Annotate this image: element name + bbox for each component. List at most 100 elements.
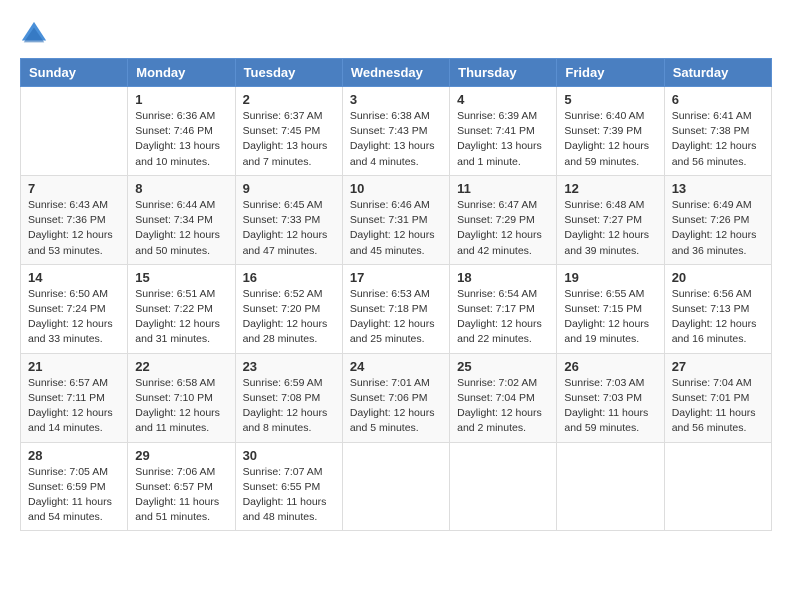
day-cell: 30 Sunrise: 7:07 AMSunset: 6:55 PMDayligh… xyxy=(235,442,342,531)
weekday-header-sunday: Sunday xyxy=(21,59,128,87)
day-cell: 24 Sunrise: 7:01 AMSunset: 7:06 PMDayligh… xyxy=(342,353,449,442)
day-cell: 2 Sunrise: 6:37 AMSunset: 7:45 PMDaylight… xyxy=(235,87,342,176)
day-number: 15 xyxy=(135,270,227,285)
day-info: Sunrise: 6:44 AMSunset: 7:34 PMDaylight:… xyxy=(135,198,227,259)
day-number: 17 xyxy=(350,270,442,285)
calendar-header: SundayMondayTuesdayWednesdayThursdayFrid… xyxy=(21,59,772,87)
day-number: 22 xyxy=(135,359,227,374)
day-number: 9 xyxy=(243,181,335,196)
day-cell: 19Sunrise: 6:55 AMSunset: 7:15 PMDayligh… xyxy=(557,264,664,353)
day-cell xyxy=(342,442,449,531)
day-info: Sunrise: 6:53 AMSunset: 7:18 PMDaylight:… xyxy=(350,287,442,348)
day-number: 21 xyxy=(28,359,120,374)
day-cell: 10 Sunrise: 6:46 AMSunset: 7:31 PMDayligh… xyxy=(342,175,449,264)
weekday-header-wednesday: Wednesday xyxy=(342,59,449,87)
day-info: Sunrise: 6:56 AMSunset: 7:13 PMDaylight:… xyxy=(672,287,764,348)
day-cell: 20 Sunrise: 6:56 AMSunset: 7:13 PMDayligh… xyxy=(664,264,771,353)
week-row-2: 7 Sunrise: 6:43 AMSunset: 7:36 PMDaylight… xyxy=(21,175,772,264)
day-cell: 26 Sunrise: 7:03 AMSunset: 7:03 PMDayligh… xyxy=(557,353,664,442)
day-number: 7 xyxy=(28,181,120,196)
day-number: 18 xyxy=(457,270,549,285)
day-info: Sunrise: 7:07 AMSunset: 6:55 PMDaylight:… xyxy=(243,465,335,526)
day-info: Sunrise: 7:06 AMSunset: 6:57 PMDaylight:… xyxy=(135,465,227,526)
day-number: 19 xyxy=(564,270,656,285)
day-number: 11 xyxy=(457,181,549,196)
day-cell: 16Sunrise: 6:52 AMSunset: 7:20 PMDayligh… xyxy=(235,264,342,353)
day-cell xyxy=(557,442,664,531)
day-number: 20 xyxy=(672,270,764,285)
day-number: 13 xyxy=(672,181,764,196)
day-number: 4 xyxy=(457,92,549,107)
day-info: Sunrise: 6:40 AMSunset: 7:39 PMDaylight:… xyxy=(564,109,656,170)
day-cell: 17 Sunrise: 6:53 AMSunset: 7:18 PMDayligh… xyxy=(342,264,449,353)
day-info: Sunrise: 6:37 AMSunset: 7:45 PMDaylight:… xyxy=(243,109,335,170)
day-cell xyxy=(664,442,771,531)
day-info: Sunrise: 6:57 AMSunset: 7:11 PMDaylight:… xyxy=(28,376,120,437)
day-cell: 9 Sunrise: 6:45 AMSunset: 7:33 PMDaylight… xyxy=(235,175,342,264)
day-number: 8 xyxy=(135,181,227,196)
day-info: Sunrise: 6:54 AMSunset: 7:17 PMDaylight:… xyxy=(457,287,549,348)
week-row-3: 14 Sunrise: 6:50 AMSunset: 7:24 PMDayligh… xyxy=(21,264,772,353)
day-info: Sunrise: 6:50 AMSunset: 7:24 PMDaylight:… xyxy=(28,287,120,348)
day-info: Sunrise: 6:49 AMSunset: 7:26 PMDaylight:… xyxy=(672,198,764,259)
day-cell: 4 Sunrise: 6:39 AMSunset: 7:41 PMDaylight… xyxy=(450,87,557,176)
day-info: Sunrise: 7:01 AMSunset: 7:06 PMDaylight:… xyxy=(350,376,442,437)
week-row-1: 1 Sunrise: 6:36 AMSunset: 7:46 PMDaylight… xyxy=(21,87,772,176)
weekday-header-thursday: Thursday xyxy=(450,59,557,87)
day-number: 25 xyxy=(457,359,549,374)
day-number: 30 xyxy=(243,448,335,463)
day-info: Sunrise: 6:59 AMSunset: 7:08 PMDaylight:… xyxy=(243,376,335,437)
day-number: 16 xyxy=(243,270,335,285)
day-cell: 6Sunrise: 6:41 AMSunset: 7:38 PMDaylight… xyxy=(664,87,771,176)
day-cell: 18 Sunrise: 6:54 AMSunset: 7:17 PMDayligh… xyxy=(450,264,557,353)
day-number: 10 xyxy=(350,181,442,196)
day-number: 1 xyxy=(135,92,227,107)
weekday-header-tuesday: Tuesday xyxy=(235,59,342,87)
day-info: Sunrise: 7:03 AMSunset: 7:03 PMDaylight:… xyxy=(564,376,656,437)
logo xyxy=(20,20,52,48)
day-number: 14 xyxy=(28,270,120,285)
day-cell: 8 Sunrise: 6:44 AMSunset: 7:34 PMDaylight… xyxy=(128,175,235,264)
day-number: 28 xyxy=(28,448,120,463)
day-number: 5 xyxy=(564,92,656,107)
day-number: 26 xyxy=(564,359,656,374)
weekday-row: SundayMondayTuesdayWednesdayThursdayFrid… xyxy=(21,59,772,87)
day-cell: 21 Sunrise: 6:57 AMSunset: 7:11 PMDayligh… xyxy=(21,353,128,442)
day-info: Sunrise: 6:48 AMSunset: 7:27 PMDaylight:… xyxy=(564,198,656,259)
day-cell: 27Sunrise: 7:04 AMSunset: 7:01 PMDayligh… xyxy=(664,353,771,442)
calendar: SundayMondayTuesdayWednesdayThursdayFrid… xyxy=(20,58,772,531)
day-info: Sunrise: 6:39 AMSunset: 7:41 PMDaylight:… xyxy=(457,109,549,170)
day-info: Sunrise: 6:58 AMSunset: 7:10 PMDaylight:… xyxy=(135,376,227,437)
day-info: Sunrise: 7:02 AMSunset: 7:04 PMDaylight:… xyxy=(457,376,549,437)
day-cell: 28Sunrise: 7:05 AMSunset: 6:59 PMDayligh… xyxy=(21,442,128,531)
day-info: Sunrise: 6:41 AMSunset: 7:38 PMDaylight:… xyxy=(672,109,764,170)
day-number: 12 xyxy=(564,181,656,196)
day-cell: 11 Sunrise: 6:47 AMSunset: 7:29 PMDayligh… xyxy=(450,175,557,264)
day-cell xyxy=(450,442,557,531)
day-number: 29 xyxy=(135,448,227,463)
day-info: Sunrise: 6:45 AMSunset: 7:33 PMDaylight:… xyxy=(243,198,335,259)
day-cell: 12 Sunrise: 6:48 AMSunset: 7:27 PMDayligh… xyxy=(557,175,664,264)
day-cell: 22 Sunrise: 6:58 AMSunset: 7:10 PMDayligh… xyxy=(128,353,235,442)
calendar-body: 1 Sunrise: 6:36 AMSunset: 7:46 PMDaylight… xyxy=(21,87,772,531)
weekday-header-saturday: Saturday xyxy=(664,59,771,87)
weekday-header-monday: Monday xyxy=(128,59,235,87)
day-number: 24 xyxy=(350,359,442,374)
day-cell xyxy=(21,87,128,176)
day-cell: 23 Sunrise: 6:59 AMSunset: 7:08 PMDayligh… xyxy=(235,353,342,442)
day-number: 2 xyxy=(243,92,335,107)
day-cell: 13 Sunrise: 6:49 AMSunset: 7:26 PMDayligh… xyxy=(664,175,771,264)
week-row-5: 28Sunrise: 7:05 AMSunset: 6:59 PMDayligh… xyxy=(21,442,772,531)
day-number: 27 xyxy=(672,359,764,374)
day-info: Sunrise: 6:36 AMSunset: 7:46 PMDaylight:… xyxy=(135,109,227,170)
logo-icon xyxy=(20,20,48,48)
day-info: Sunrise: 6:38 AMSunset: 7:43 PMDaylight:… xyxy=(350,109,442,170)
day-info: Sunrise: 6:46 AMSunset: 7:31 PMDaylight:… xyxy=(350,198,442,259)
day-number: 23 xyxy=(243,359,335,374)
day-info: Sunrise: 6:43 AMSunset: 7:36 PMDaylight:… xyxy=(28,198,120,259)
day-info: Sunrise: 6:47 AMSunset: 7:29 PMDaylight:… xyxy=(457,198,549,259)
day-cell: 7 Sunrise: 6:43 AMSunset: 7:36 PMDaylight… xyxy=(21,175,128,264)
week-row-4: 21 Sunrise: 6:57 AMSunset: 7:11 PMDayligh… xyxy=(21,353,772,442)
day-cell: 1 Sunrise: 6:36 AMSunset: 7:46 PMDaylight… xyxy=(128,87,235,176)
day-cell: 25 Sunrise: 7:02 AMSunset: 7:04 PMDayligh… xyxy=(450,353,557,442)
